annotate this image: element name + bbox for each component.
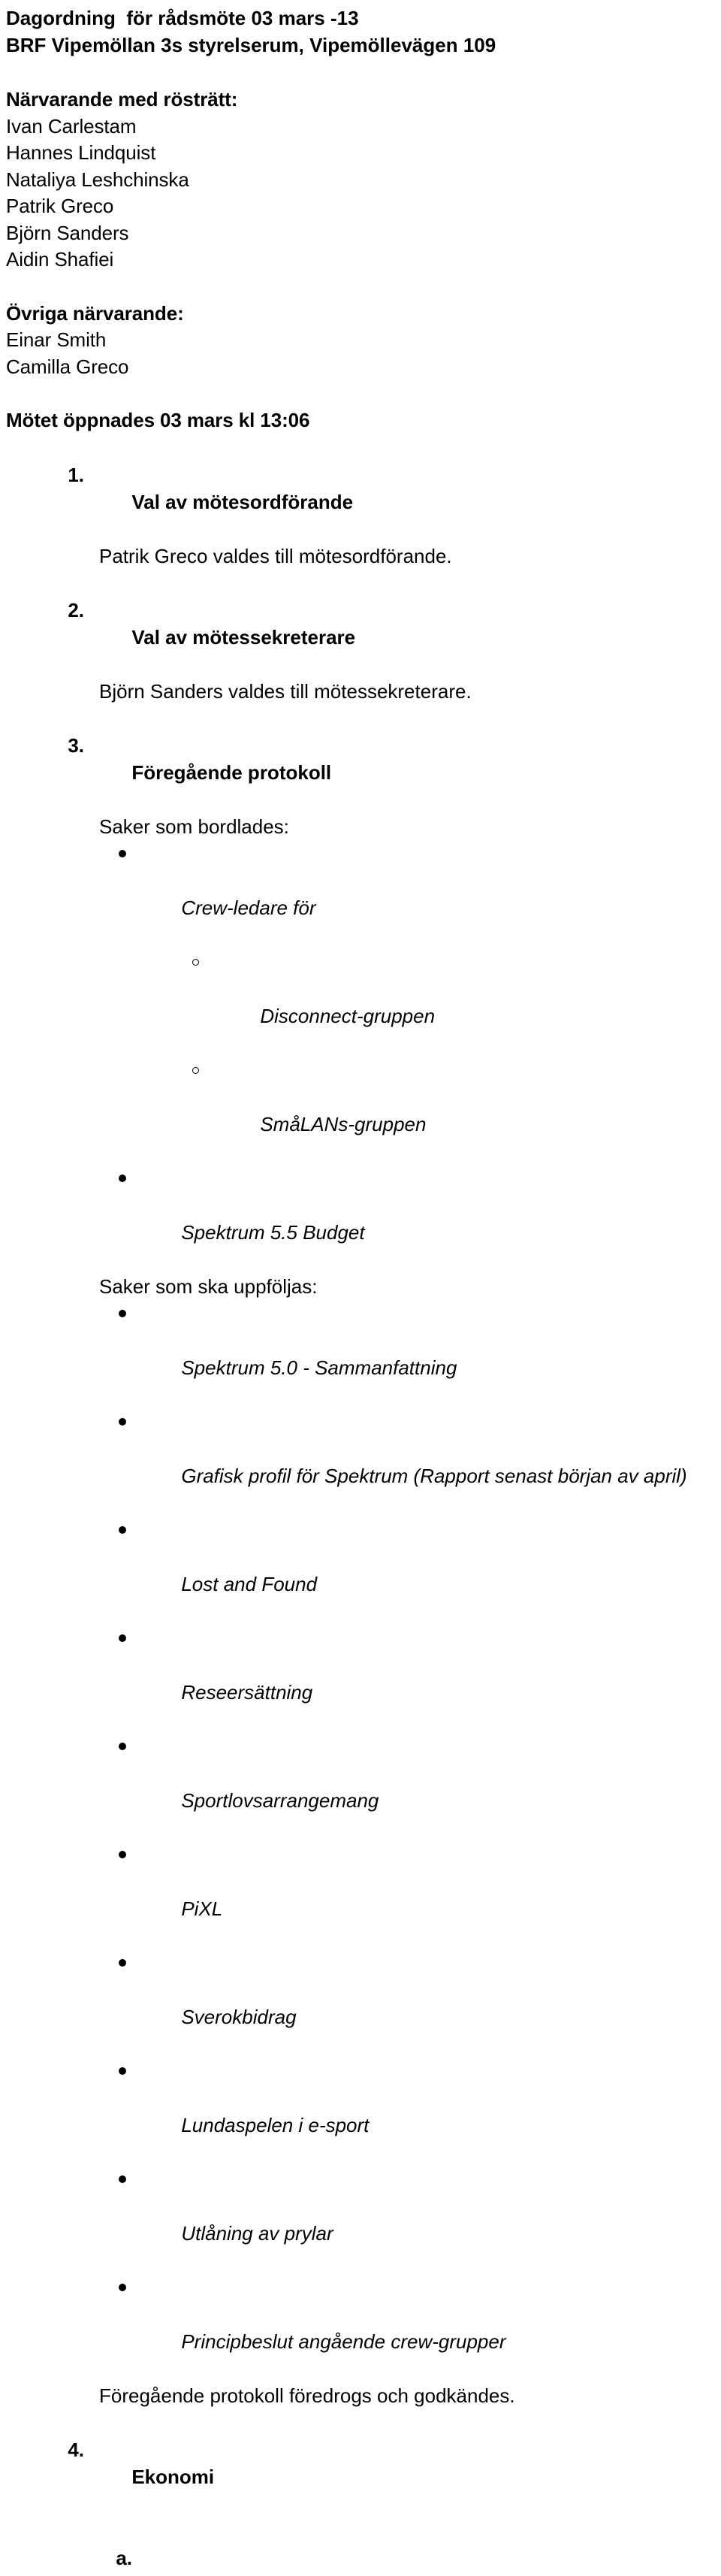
- agenda-item-4a: a. Rapport: [6, 2517, 721, 2576]
- agenda-item-1-body: Patrik Greco valdes till mötesordförande…: [6, 543, 721, 570]
- followup-item: Spektrum 5.0 - Sammanfattning: [6, 1300, 721, 1408]
- disc-bullet-icon: [119, 1634, 126, 1642]
- followup-item: Reseersättning: [6, 1625, 721, 1733]
- disc-bullet-icon: [119, 1959, 126, 1967]
- agenda-item-1: 1. Val av mötesordförande: [6, 434, 721, 543]
- agenda-item-2-body: Björn Sanders valdes till mötessekretera…: [6, 678, 721, 705]
- agenda-item-4: 4. Ekonomi: [6, 2409, 721, 2517]
- agenda-number: 3.: [54, 732, 84, 759]
- followup-item: Lost and Found: [6, 1516, 721, 1625]
- agenda-item-3-closing: Föregående protokoll föredrogs och godkä…: [6, 2382, 721, 2409]
- voting-attendee-name: Aidin Shafiei: [6, 246, 721, 274]
- tabled-item: Spektrum 5.5 Budget: [6, 1165, 721, 1273]
- agenda-heading: Föregående protokoll: [131, 761, 331, 784]
- followup-item-text: Spektrum 5.0 - Sammanfattning: [181, 1356, 457, 1379]
- followup-item-text: Utlåning av prylar: [181, 2222, 333, 2245]
- meeting-opened-line: Mötet öppnades 03 mars kl 13:06: [6, 407, 721, 434]
- disc-bullet-icon: [119, 1526, 126, 1534]
- followup-item-text: Reseersättning: [181, 1681, 312, 1704]
- tabled-items-label: Saker som bordlades:: [6, 813, 721, 840]
- disc-bullet-icon: [119, 1418, 126, 1426]
- tabled-item-text: Spektrum 5.5 Budget: [181, 1221, 364, 1244]
- followup-item: Principbeslut angående crew-grupper: [6, 2274, 721, 2382]
- tabled-subitem: Disconnect-gruppen: [6, 948, 721, 1057]
- tabled-subitem-text: SmåLANs-gruppen: [260, 1113, 426, 1135]
- agenda-subletter: a.: [102, 2544, 132, 2571]
- followup-item-text: Lost and Found: [181, 1573, 317, 1595]
- other-attendees-heading: Övriga närvarande:: [6, 301, 721, 328]
- tabled-subitem-text: Disconnect-gruppen: [260, 1005, 435, 1027]
- voting-attendee-name: Björn Sanders: [6, 220, 721, 247]
- agenda-item-3: 3. Föregående protokoll: [6, 705, 721, 813]
- disc-bullet-icon: [119, 1175, 126, 1182]
- circle-bullet-icon: [192, 959, 199, 966]
- disc-bullet-icon: [119, 850, 126, 857]
- followup-item-text: Grafisk profil för Spektrum (Rapport sen…: [181, 1465, 686, 1487]
- agenda-subheading: Rapport: [181, 2574, 256, 2576]
- followup-item: Lundaspelen i e-sport: [6, 2057, 721, 2166]
- voting-attendee-name: Patrik Greco: [6, 193, 721, 220]
- followup-item-text: Sverokbidrag: [181, 2006, 296, 2028]
- spacer: [6, 274, 721, 301]
- followup-item-text: Lundaspelen i e-sport: [181, 2114, 369, 2136]
- followup-item: PiXL: [6, 1841, 721, 1949]
- followup-item: Sverokbidrag: [6, 1949, 721, 2057]
- tabled-item: Crew-ledare för: [6, 840, 721, 948]
- voting-attendees-heading: Närvarande med rösträtt:: [6, 86, 721, 113]
- followup-item-text: Sportlovsarrangemang: [181, 1789, 379, 1812]
- document-title-line-2: BRF Vipemöllan 3s styrelserum, Vipemölle…: [6, 32, 721, 59]
- agenda-item-2: 2. Val av mötessekreterare: [6, 570, 721, 678]
- document-body: Dagordning för rådsmöte 03 mars -13 BRF …: [6, 5, 721, 2576]
- followup-items-label: Saker som ska uppföljas:: [6, 1273, 721, 1300]
- agenda-heading: Val av mötesordförande: [131, 491, 353, 513]
- document-title-line-1: Dagordning för rådsmöte 03 mars -13: [6, 5, 721, 32]
- followup-item: Sportlovsarrangemang: [6, 1733, 721, 1841]
- spacer: [6, 59, 721, 86]
- followup-item: Utlåning av prylar: [6, 2166, 721, 2274]
- followup-item-text: PiXL: [181, 1897, 222, 1920]
- disc-bullet-icon: [119, 2175, 126, 2183]
- circle-bullet-icon: [192, 1067, 199, 1074]
- disc-bullet-icon: [119, 2284, 126, 2291]
- disc-bullet-icon: [119, 2067, 126, 2075]
- voting-attendee-name: Hannes Lindquist: [6, 140, 721, 167]
- other-attendee-name: Camilla Greco: [6, 354, 721, 381]
- voting-attendee-name: Nataliya Leshchinska: [6, 167, 721, 194]
- agenda-number: 1.: [54, 461, 84, 488]
- document-page: Dagordning för rådsmöte 03 mars -13 BRF …: [0, 0, 721, 1288]
- followup-item-text: Principbeslut angående crew-grupper: [181, 2330, 505, 2353]
- followup-item: Grafisk profil för Spektrum (Rapport sen…: [6, 1408, 721, 1516]
- spacer: [6, 380, 721, 407]
- agenda-heading: Val av mötessekreterare: [131, 626, 355, 649]
- other-attendee-name: Einar Smith: [6, 327, 721, 354]
- tabled-item-text: Crew-ledare för: [181, 896, 315, 919]
- tabled-subitem: SmåLANs-gruppen: [6, 1057, 721, 1165]
- disc-bullet-icon: [119, 1851, 126, 1858]
- disc-bullet-icon: [119, 1743, 126, 1750]
- agenda-heading: Ekonomi: [131, 2466, 214, 2488]
- disc-bullet-icon: [119, 1310, 126, 1317]
- agenda-number: 2.: [54, 597, 84, 624]
- agenda-number: 4.: [54, 2436, 84, 2463]
- voting-attendee-name: Ivan Carlestam: [6, 113, 721, 141]
